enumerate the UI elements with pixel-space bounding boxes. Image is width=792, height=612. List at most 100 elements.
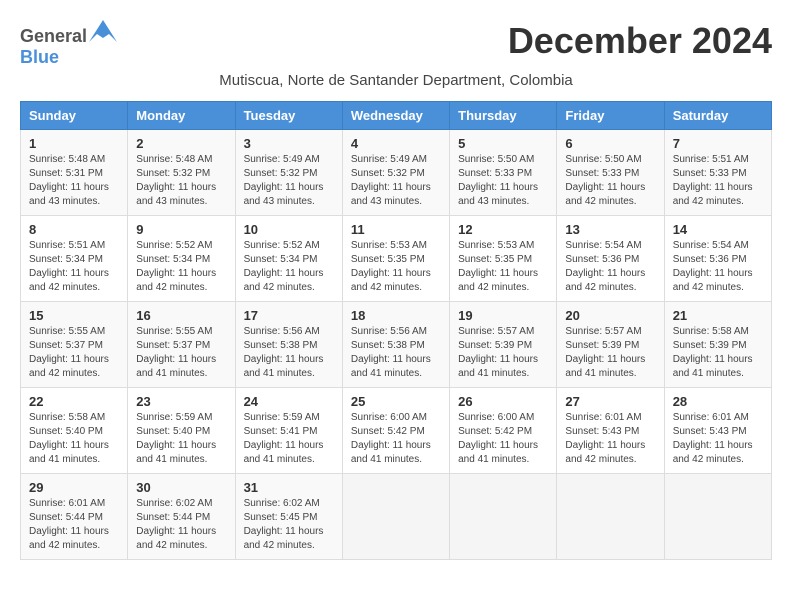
calendar-cell: 6Sunrise: 5:50 AM Sunset: 5:33 PM Daylig… (557, 130, 664, 216)
day-info: Sunrise: 5:57 AM Sunset: 5:39 PM Dayligh… (458, 325, 548, 381)
calendar-cell: 7Sunrise: 5:51 AM Sunset: 5:33 PM Daylig… (664, 130, 771, 216)
day-info: Sunrise: 5:58 AM Sunset: 5:39 PM Dayligh… (673, 325, 763, 381)
calendar-header-saturday: Saturday (664, 102, 771, 130)
day-info: Sunrise: 5:54 AM Sunset: 5:36 PM Dayligh… (673, 239, 763, 295)
logo-general: General (20, 26, 87, 46)
day-number: 1 (29, 136, 119, 151)
day-number: 22 (29, 394, 119, 409)
day-number: 12 (458, 222, 548, 237)
calendar-week-3: 15 Sunrise: 5:55 AM Sunset: 5:37 PM Dayli… (21, 302, 772, 388)
day-number: 8 (29, 222, 119, 237)
calendar-cell: 19 Sunrise: 5:57 AM Sunset: 5:39 PM Dayli… (450, 302, 557, 388)
day-number: 19 (458, 308, 548, 323)
month-title: December 2024 (508, 20, 772, 62)
day-number: 28 (673, 394, 763, 409)
day-info: Sunrise: 5:50 AM Sunset: 5:33 PM Dayligh… (565, 153, 655, 209)
calendar-cell: 20 Sunrise: 5:57 AM Sunset: 5:39 PM Dayli… (557, 302, 664, 388)
calendar-cell: 24Sunrise: 5:59 AM Sunset: 5:41 PM Dayli… (235, 388, 342, 474)
day-info: Sunrise: 5:53 AM Sunset: 5:35 PM Dayligh… (458, 239, 548, 295)
subtitle: Mutiscua, Norte de Santander Department,… (20, 72, 772, 89)
calendar-cell: 25 Sunrise: 6:00 AM Sunset: 5:42 PM Dayli… (342, 388, 449, 474)
day-info: Sunrise: 6:00 AM Sunset: 5:42 PM Dayligh… (458, 411, 548, 467)
day-number: 20 (565, 308, 655, 323)
calendar-header-tuesday: Tuesday (235, 102, 342, 130)
day-number: 13 (565, 222, 655, 237)
calendar-cell: 2Sunrise: 5:48 AM Sunset: 5:32 PM Daylig… (128, 130, 235, 216)
day-info: Sunrise: 5:56 AM Sunset: 5:38 PM Dayligh… (351, 325, 441, 381)
calendar-week-5: 29Sunrise: 6:01 AM Sunset: 5:44 PM Dayli… (21, 474, 772, 560)
calendar-cell: 8 Sunrise: 5:51 AM Sunset: 5:34 PM Daylig… (21, 216, 128, 302)
day-info: Sunrise: 5:59 AM Sunset: 5:40 PM Dayligh… (136, 411, 226, 467)
calendar-cell: 12 Sunrise: 5:53 AM Sunset: 5:35 PM Dayli… (450, 216, 557, 302)
calendar-cell: 29Sunrise: 6:01 AM Sunset: 5:44 PM Dayli… (21, 474, 128, 560)
day-number: 3 (244, 136, 334, 151)
day-info: Sunrise: 6:01 AM Sunset: 5:43 PM Dayligh… (673, 411, 763, 467)
logo: General Blue (20, 20, 117, 68)
calendar-cell: 3 Sunrise: 5:49 AM Sunset: 5:32 PM Daylig… (235, 130, 342, 216)
day-info: Sunrise: 6:01 AM Sunset: 5:43 PM Dayligh… (565, 411, 655, 467)
day-number: 15 (29, 308, 119, 323)
day-info: Sunrise: 5:52 AM Sunset: 5:34 PM Dayligh… (136, 239, 226, 295)
calendar-cell: 22 Sunrise: 5:58 AM Sunset: 5:40 PM Dayli… (21, 388, 128, 474)
day-info: Sunrise: 5:48 AM Sunset: 5:31 PM Dayligh… (29, 153, 119, 209)
calendar-week-1: 1 Sunrise: 5:48 AM Sunset: 5:31 PM Daylig… (21, 130, 772, 216)
calendar-cell: 10Sunrise: 5:52 AM Sunset: 5:34 PM Dayli… (235, 216, 342, 302)
header: General Blue December 2024 (20, 20, 772, 68)
calendar-cell (342, 474, 449, 560)
calendar-cell: 1 Sunrise: 5:48 AM Sunset: 5:31 PM Daylig… (21, 130, 128, 216)
day-number: 4 (351, 136, 441, 151)
calendar-cell (450, 474, 557, 560)
day-info: Sunrise: 5:50 AM Sunset: 5:33 PM Dayligh… (458, 153, 548, 209)
day-number: 17 (244, 308, 334, 323)
day-info: Sunrise: 5:58 AM Sunset: 5:40 PM Dayligh… (29, 411, 119, 467)
day-info: Sunrise: 5:56 AM Sunset: 5:38 PM Dayligh… (244, 325, 334, 381)
calendar-header-thursday: Thursday (450, 102, 557, 130)
day-info: Sunrise: 6:02 AM Sunset: 5:45 PM Dayligh… (244, 497, 334, 553)
day-number: 11 (351, 222, 441, 237)
calendar-cell: 18Sunrise: 5:56 AM Sunset: 5:38 PM Dayli… (342, 302, 449, 388)
day-number: 9 (136, 222, 226, 237)
calendar-cell: 21 Sunrise: 5:58 AM Sunset: 5:39 PM Dayli… (664, 302, 771, 388)
day-info: Sunrise: 5:55 AM Sunset: 5:37 PM Dayligh… (136, 325, 226, 381)
calendar-cell: 16Sunrise: 5:55 AM Sunset: 5:37 PM Dayli… (128, 302, 235, 388)
calendar-cell: 11 Sunrise: 5:53 AM Sunset: 5:35 PM Dayli… (342, 216, 449, 302)
calendar-cell: 30 Sunrise: 6:02 AM Sunset: 5:44 PM Dayli… (128, 474, 235, 560)
calendar-cell: 26 Sunrise: 6:00 AM Sunset: 5:42 PM Dayli… (450, 388, 557, 474)
calendar-header-wednesday: Wednesday (342, 102, 449, 130)
day-info: Sunrise: 5:59 AM Sunset: 5:41 PM Dayligh… (244, 411, 334, 467)
calendar-cell: 28 Sunrise: 6:01 AM Sunset: 5:43 PM Dayli… (664, 388, 771, 474)
day-info: Sunrise: 5:48 AM Sunset: 5:32 PM Dayligh… (136, 153, 226, 209)
day-number: 31 (244, 480, 334, 495)
calendar-cell: 5 Sunrise: 5:50 AM Sunset: 5:33 PM Daylig… (450, 130, 557, 216)
calendar-cell: 4 Sunrise: 5:49 AM Sunset: 5:32 PM Daylig… (342, 130, 449, 216)
day-info: Sunrise: 5:51 AM Sunset: 5:34 PM Dayligh… (29, 239, 119, 295)
calendar-cell (664, 474, 771, 560)
calendar-header-friday: Friday (557, 102, 664, 130)
day-number: 7 (673, 136, 763, 151)
day-info: Sunrise: 5:57 AM Sunset: 5:39 PM Dayligh… (565, 325, 655, 381)
day-info: Sunrise: 6:00 AM Sunset: 5:42 PM Dayligh… (351, 411, 441, 467)
calendar-header-monday: Monday (128, 102, 235, 130)
day-number: 10 (244, 222, 334, 237)
calendar-cell: 9 Sunrise: 5:52 AM Sunset: 5:34 PM Daylig… (128, 216, 235, 302)
calendar-cell (557, 474, 664, 560)
calendar-table: SundayMondayTuesdayWednesdayThursdayFrid… (20, 101, 772, 560)
day-info: Sunrise: 5:49 AM Sunset: 5:32 PM Dayligh… (244, 153, 334, 209)
day-number: 30 (136, 480, 226, 495)
day-number: 14 (673, 222, 763, 237)
day-info: Sunrise: 5:53 AM Sunset: 5:35 PM Dayligh… (351, 239, 441, 295)
day-info: Sunrise: 6:02 AM Sunset: 5:44 PM Dayligh… (136, 497, 226, 553)
calendar-header-row: SundayMondayTuesdayWednesdayThursdayFrid… (21, 102, 772, 130)
calendar-cell: 14 Sunrise: 5:54 AM Sunset: 5:36 PM Dayli… (664, 216, 771, 302)
day-number: 21 (673, 308, 763, 323)
day-number: 26 (458, 394, 548, 409)
calendar-cell: 17 Sunrise: 5:56 AM Sunset: 5:38 PM Dayli… (235, 302, 342, 388)
calendar-cell: 13 Sunrise: 5:54 AM Sunset: 5:36 PM Dayli… (557, 216, 664, 302)
day-info: Sunrise: 5:49 AM Sunset: 5:32 PM Dayligh… (351, 153, 441, 209)
day-number: 5 (458, 136, 548, 151)
day-number: 29 (29, 480, 119, 495)
day-number: 25 (351, 394, 441, 409)
logo-text: General Blue (20, 20, 117, 68)
day-info: Sunrise: 5:54 AM Sunset: 5:36 PM Dayligh… (565, 239, 655, 295)
logo-bird-icon (89, 20, 117, 42)
